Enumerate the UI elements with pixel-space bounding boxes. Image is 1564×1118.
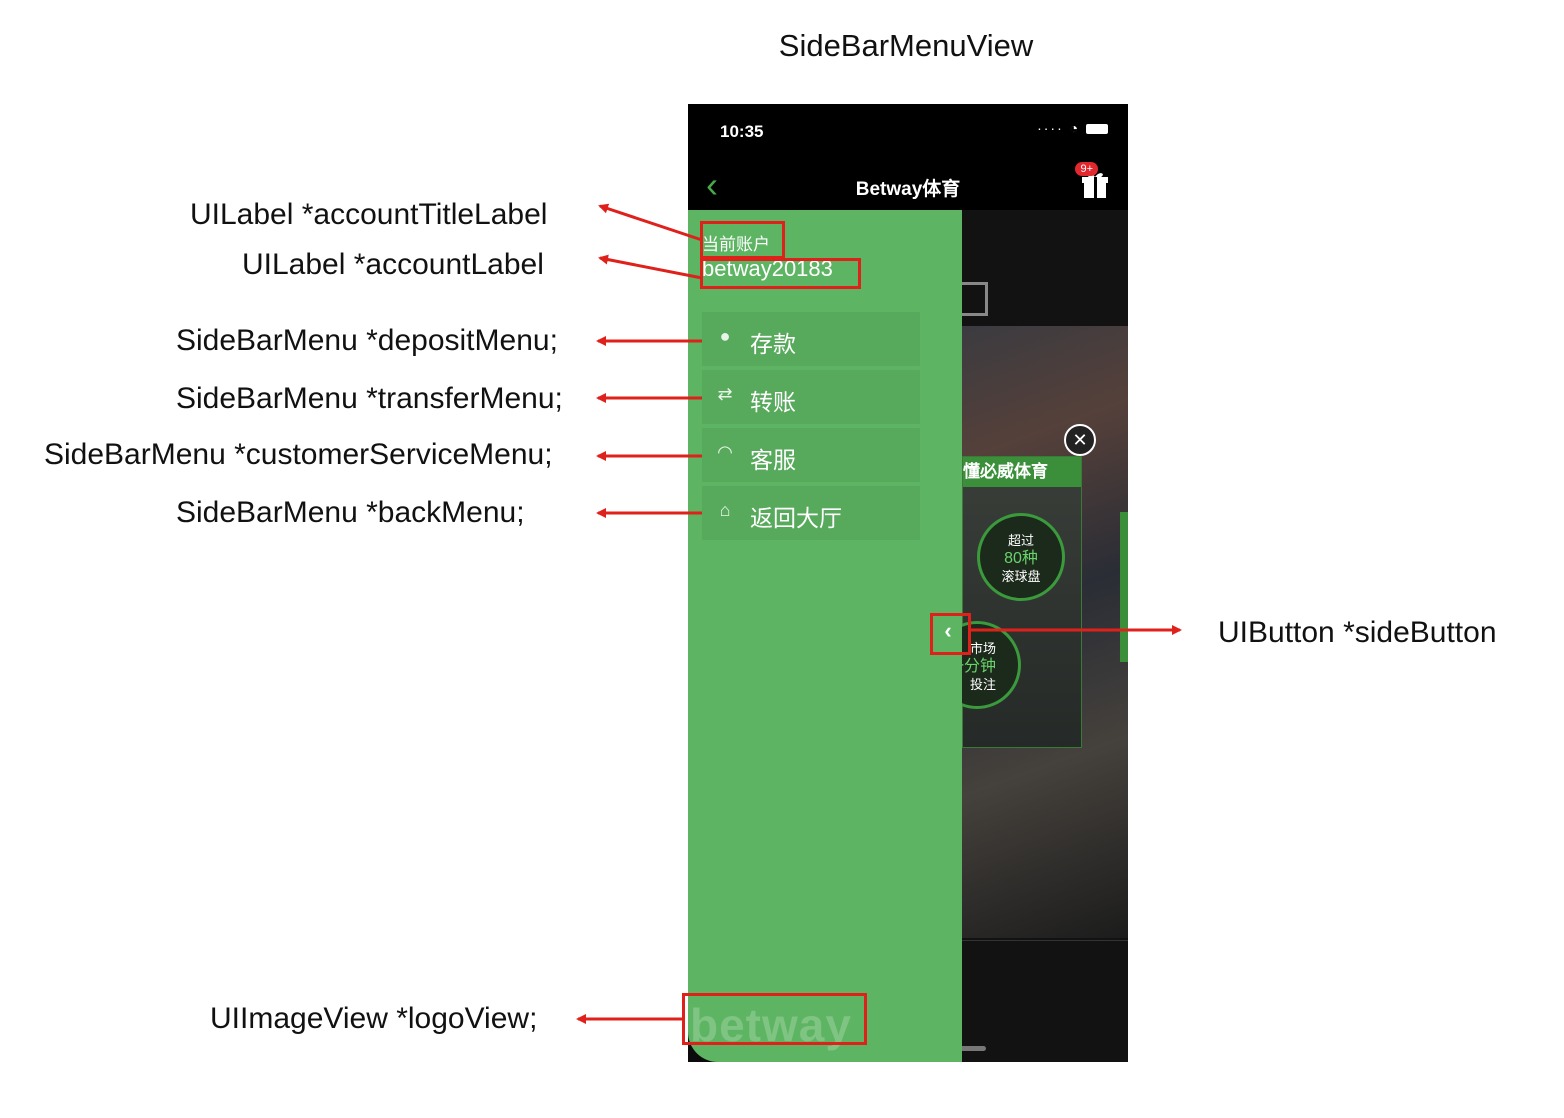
- annotation-arrows: [576, 203, 1182, 1024]
- arrow-account-title: [598, 203, 703, 242]
- arrow-account: [598, 254, 703, 280]
